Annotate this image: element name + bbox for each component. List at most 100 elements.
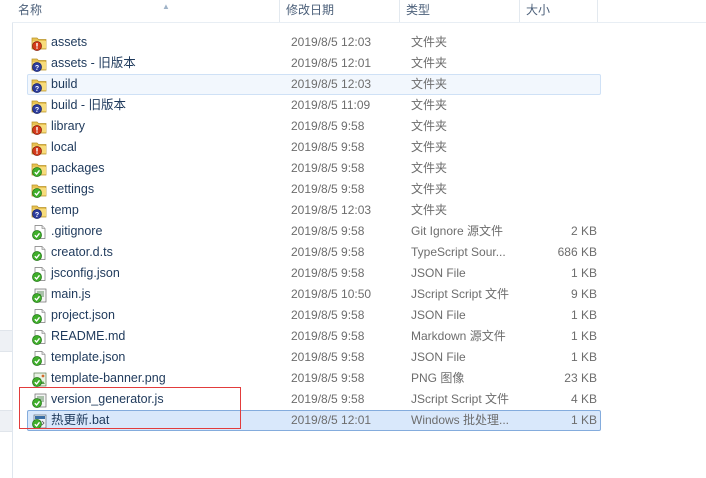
file-row[interactable]: project.json 2019/8/5 9:58 JSON File 1 KB — [27, 305, 601, 326]
column-header-type[interactable]: 类型 — [400, 0, 520, 22]
folder-unversioned-icon: ? — [31, 98, 47, 114]
file-row[interactable]: template.json 2019/8/5 9:58 JSON File 1 KB — [27, 347, 601, 368]
file-date: 2019/8/5 9:58 — [291, 350, 365, 364]
file-row[interactable]: ? temp 2019/8/5 12:03 文件夹 — [27, 200, 601, 221]
file-row[interactable]: settings 2019/8/5 9:58 文件夹 — [27, 179, 601, 200]
column-header-date-label: 修改日期 — [286, 3, 335, 17]
file-type: JSON File — [411, 266, 466, 280]
file-name: library — [51, 119, 86, 133]
file-date: 2019/8/5 12:03 — [291, 35, 372, 49]
file-name: build - 旧版本 — [51, 98, 127, 112]
nav-pane-item[interactable] — [0, 410, 12, 432]
file-row[interactable]: packages 2019/8/5 9:58 文件夹 — [27, 158, 601, 179]
column-header-size-label: 大小 — [526, 3, 551, 17]
svg-text:?: ? — [35, 107, 39, 114]
file-date: 2019/8/5 9:58 — [291, 266, 365, 280]
file-size: 686 KB — [557, 245, 597, 259]
file-type: Windows 批处理... — [411, 413, 510, 427]
folder-unversioned-icon: ? — [31, 203, 47, 219]
column-header-name[interactable]: 名称 ▲ — [12, 0, 280, 22]
file-date: 2019/8/5 9:58 — [291, 119, 365, 133]
nav-pane-item[interactable] — [0, 330, 12, 352]
file-size: 4 KB — [570, 392, 597, 406]
file-type: JSON File — [411, 350, 466, 364]
file-normal-icon — [31, 245, 47, 261]
folder-unversioned-icon: ? — [31, 56, 47, 72]
file-name: main.js — [51, 287, 91, 301]
file-date: 2019/8/5 12:01 — [291, 413, 372, 427]
file-name: template.json — [51, 350, 126, 364]
file-row[interactable]: ? build - 旧版本 2019/8/5 11:09 文件夹 — [27, 95, 601, 116]
file-name: packages — [51, 161, 105, 175]
column-header-size[interactable]: 大小 — [520, 0, 598, 22]
file-date: 2019/8/5 9:58 — [291, 161, 365, 175]
file-normal-icon — [31, 329, 47, 345]
file-type: 文件夹 — [411, 140, 448, 154]
sort-ascending-icon: ▲ — [162, 2, 170, 11]
file-date: 2019/8/5 9:58 — [291, 245, 365, 259]
file-row[interactable]: library 2019/8/5 9:58 文件夹 — [27, 116, 601, 137]
script-normal-icon — [31, 287, 47, 303]
file-name: assets — [51, 35, 88, 49]
file-size: 1 KB — [570, 308, 597, 322]
column-header-type-label: 类型 — [406, 3, 431, 17]
file-size: 1 KB — [570, 266, 597, 280]
file-size: 1 KB — [570, 413, 597, 427]
file-row[interactable]: template-banner.png 2019/8/5 9:58 PNG 图像 23… — [27, 368, 601, 389]
navigation-pane-edge — [0, 0, 13, 478]
file-name: template-banner.png — [51, 371, 166, 385]
svg-text:?: ? — [35, 65, 39, 72]
file-date: 2019/8/5 11:09 — [291, 98, 371, 112]
file-type: PNG 图像 — [411, 371, 465, 385]
file-row[interactable]: creator.d.ts 2019/8/5 9:58 TypeScript Sour… — [27, 242, 601, 263]
file-date: 2019/8/5 9:58 — [291, 308, 365, 322]
file-date: 2019/8/5 10:50 — [291, 287, 372, 301]
file-type: 文件夹 — [411, 182, 448, 196]
file-size: 1 KB — [570, 329, 597, 343]
file-name: settings — [51, 182, 95, 196]
file-type: 文件夹 — [411, 203, 448, 217]
file-type: TypeScript Sour... — [411, 245, 506, 259]
file-name: creator.d.ts — [51, 245, 113, 259]
file-date: 2019/8/5 9:58 — [291, 140, 365, 154]
file-type: JSON File — [411, 308, 466, 322]
file-date: 2019/8/5 12:03 — [291, 77, 372, 91]
file-row[interactable]: ? assets - 旧版本 2019/8/5 12:01 文件夹 — [27, 53, 601, 74]
file-row[interactable]: assets 2019/8/5 12:03 文件夹 — [27, 32, 601, 53]
folder-normal-icon — [31, 161, 47, 177]
file-date: 2019/8/5 9:58 — [291, 392, 365, 406]
file-type: 文件夹 — [411, 119, 448, 133]
file-name: local — [51, 140, 77, 154]
file-name: temp — [51, 203, 79, 217]
file-type: Markdown 源文件 — [411, 329, 506, 343]
file-row[interactable]: README.md 2019/8/5 9:58 Markdown 源文件 1 KB — [27, 326, 601, 347]
folder-normal-icon — [31, 182, 47, 198]
file-type: 文件夹 — [411, 56, 448, 70]
folder-modified-icon — [31, 35, 47, 51]
file-row[interactable]: jsconfig.json 2019/8/5 9:58 JSON File 1 KB — [27, 263, 601, 284]
file-name: README.md — [51, 329, 126, 343]
file-date: 2019/8/5 12:03 — [291, 203, 372, 217]
file-name: assets - 旧版本 — [51, 56, 136, 70]
file-size: 9 KB — [570, 287, 597, 301]
file-date: 2019/8/5 9:58 — [291, 329, 365, 343]
column-header-date[interactable]: 修改日期 — [280, 0, 400, 22]
file-row[interactable]: local 2019/8/5 9:58 文件夹 — [27, 137, 601, 158]
file-row[interactable]: .gitignore 2019/8/5 9:58 Git Ignore 源文件 2 K… — [27, 221, 601, 242]
file-row[interactable]: main.js 2019/8/5 10:50 JScript Script 文件 9 … — [27, 284, 601, 305]
file-date: 2019/8/5 9:58 — [291, 371, 365, 385]
image-normal-icon — [31, 371, 47, 387]
file-row[interactable]: ? build 2019/8/5 12:03 文件夹 — [27, 74, 601, 95]
file-name: project.json — [51, 308, 115, 322]
file-name: jsconfig.json — [51, 266, 120, 280]
file-type: Git Ignore 源文件 — [411, 224, 504, 238]
file-normal-icon — [31, 308, 47, 324]
file-name: build — [51, 77, 78, 91]
file-name: .gitignore — [51, 224, 103, 238]
file-normal-icon — [31, 266, 47, 282]
file-date: 2019/8/5 9:58 — [291, 224, 365, 238]
file-size: 1 KB — [570, 350, 597, 364]
file-type: 文件夹 — [411, 98, 448, 112]
file-normal-icon — [31, 224, 47, 240]
folder-modified-icon — [31, 119, 47, 135]
